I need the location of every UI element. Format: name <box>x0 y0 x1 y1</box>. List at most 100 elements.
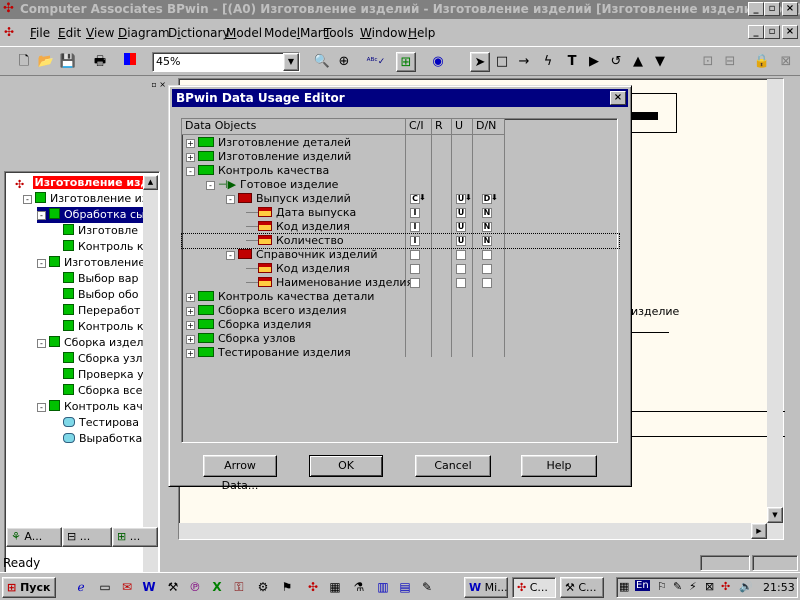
vscroll-down-button[interactable]: ▼ <box>767 507 783 523</box>
start-button[interactable]: ⊞ Пуск <box>2 577 56 598</box>
menu-dictionary[interactable]: Dictionary <box>168 26 230 40</box>
doc-icon[interactable]: ✣ <box>4 25 18 39</box>
usage-checkbox-ci[interactable]: I <box>410 208 420 218</box>
tree-item[interactable]: - Обработка сы <box>37 207 145 223</box>
tree-item[interactable]: Выработка <box>63 431 142 447</box>
app-icon-6[interactable]: ▥ <box>374 578 392 596</box>
usage-checkbox-ci[interactable]: I <box>410 236 420 246</box>
task-bpwin[interactable]: ✣ C... <box>512 577 556 598</box>
usage-checkbox-u[interactable]: U ⬇ <box>456 194 472 204</box>
tray-icon-4[interactable]: ⚡ <box>689 580 697 593</box>
data-usage-row[interactable]: Количество I U N <box>181 233 620 249</box>
menu-help[interactable]: Help <box>408 26 435 40</box>
usage-checkbox-ci[interactable] <box>410 250 420 260</box>
expander-icon[interactable]: + <box>186 293 195 302</box>
text-tool-icon[interactable]: T <box>562 52 582 72</box>
usage-checkbox-dn[interactable]: N <box>482 236 492 246</box>
minimize-button[interactable]: _ <box>748 2 764 16</box>
tab-objects[interactable]: ⊞ ... <box>112 527 158 547</box>
new-file-icon[interactable]: 🗋 <box>14 52 34 72</box>
zoom-select[interactable]: 45% ▼ <box>152 52 300 72</box>
modelmart2-icon[interactable]: ⊟ <box>720 52 740 72</box>
usage-checkbox-u[interactable]: U <box>456 236 466 246</box>
col-header-ci[interactable]: C/I <box>406 119 432 135</box>
usage-checkbox-dn[interactable] <box>482 250 492 260</box>
zoom-in-icon[interactable]: 🔍 <box>312 52 332 72</box>
expander-icon[interactable]: - <box>226 251 235 260</box>
tray-icon-2[interactable]: ⚐ <box>657 580 667 593</box>
pointer-icon[interactable]: ➤ <box>470 52 490 72</box>
app-icon-8[interactable]: ✎ <box>418 578 436 596</box>
usage-checkbox-ci[interactable] <box>410 278 420 288</box>
menu-tools[interactable]: Tools <box>324 26 354 40</box>
data-usage-row[interactable]: Код изделия I U N <box>182 220 619 234</box>
up-icon[interactable]: ▲ <box>628 52 648 72</box>
tree-item[interactable]: Контроль к <box>63 239 144 255</box>
usage-checkbox-dn[interactable]: D ⬇ <box>482 194 498 204</box>
data-usage-row[interactable]: + Сборка всего изделия <box>182 304 619 318</box>
expander-icon[interactable]: + <box>186 153 195 162</box>
expander-icon[interactable]: + <box>186 349 195 358</box>
data-usage-row[interactable]: + Изготовление деталей <box>182 136 619 150</box>
tree-expander-icon[interactable]: - <box>37 403 46 412</box>
desktop-icon[interactable]: ▭ <box>96 578 114 596</box>
spell-check-icon[interactable]: ᴬᴮᶜ✓ <box>366 52 386 72</box>
col-header-objects[interactable]: Data Objects <box>182 119 406 135</box>
tree-item[interactable]: Переработ <box>63 303 140 319</box>
access-icon[interactable]: ⚿ <box>230 578 248 596</box>
unlock-icon[interactable]: ⊠ <box>776 52 796 72</box>
dialog-close-button[interactable]: × <box>610 91 626 105</box>
tree-item[interactable]: Проверка у <box>63 367 144 383</box>
data-usage-row[interactable]: - Выпуск изделий C ⬇ U ⬇ D ⬇ <box>182 192 619 206</box>
col-header-u[interactable]: U <box>452 119 473 135</box>
arrow-tool-icon[interactable]: → <box>514 52 534 72</box>
open-folder-icon[interactable]: 📂 <box>36 52 56 72</box>
model-explorer-icon[interactable]: ⊞ <box>396 52 416 72</box>
data-usage-row[interactable]: - Справочник изделий <box>182 248 619 262</box>
bpwin-icon[interactable]: ✣ <box>304 578 322 596</box>
tree-item[interactable]: Изготовле <box>63 223 138 239</box>
app-icon-2[interactable]: ⚙ <box>254 578 272 596</box>
panel-close-button[interactable]: ▫ × <box>144 80 166 90</box>
tree-item[interactable]: - Изготовление <box>37 255 145 271</box>
tray-icon-1[interactable]: ▦ <box>619 580 629 593</box>
col-header-r[interactable]: R <box>432 119 452 135</box>
modelmart-icon[interactable]: ⊡ <box>698 52 718 72</box>
app-icon-4[interactable]: ▦ <box>326 578 344 596</box>
canvas-hscrollbar[interactable]: ▶ <box>179 523 767 539</box>
usage-checkbox-dn[interactable]: N <box>482 222 492 232</box>
dropdown-arrow-icon[interactable]: ⬇ <box>419 194 426 202</box>
menu-model[interactable]: Model <box>226 26 262 40</box>
usage-checkbox-u[interactable]: U <box>456 222 466 232</box>
tray-icon-6[interactable]: ✣ <box>721 580 730 593</box>
tree-item[interactable]: Сборка узл <box>63 351 142 367</box>
app-icon-7[interactable]: ▤ <box>396 578 414 596</box>
usage-checkbox-ci[interactable]: I <box>410 222 420 232</box>
tree-expander-icon[interactable]: - <box>37 259 46 268</box>
chevron-down-icon[interactable]: ▼ <box>283 53 299 71</box>
zoom-fit-icon[interactable]: ⊕ <box>334 52 354 72</box>
data-usage-row[interactable]: + Сборка узлов <box>182 332 619 346</box>
outlook-icon[interactable]: ✉ <box>118 578 136 596</box>
ok-button[interactable]: OK <box>309 455 383 477</box>
menu-edit[interactable]: Edit <box>58 26 81 40</box>
expander-icon[interactable]: + <box>186 307 195 316</box>
app-icon-1[interactable]: ⚒ <box>164 578 182 596</box>
tree-item[interactable]: Сборка все <box>63 383 142 399</box>
tree-item[interactable]: - Сборка издел <box>37 335 143 351</box>
tree-item[interactable]: Тестирова <box>63 415 139 431</box>
tab-activities[interactable]: ⚘ A... <box>6 527 62 547</box>
rectangle-tool-icon[interactable]: □ <box>492 52 512 72</box>
tree-expander-icon[interactable]: - <box>37 339 46 348</box>
usage-checkbox-u[interactable] <box>456 250 466 260</box>
tray-icon-3[interactable]: ✎ <box>673 580 682 593</box>
tree-item[interactable]: Контроль к <box>63 319 144 335</box>
excel-icon[interactable]: X <box>208 578 226 596</box>
close-button[interactable]: × <box>782 2 798 16</box>
hscroll-right-button[interactable]: ▶ <box>751 523 767 539</box>
scroll-up-button[interactable]: ▲ <box>143 175 158 190</box>
data-usage-row[interactable]: + Сборка изделия <box>182 318 619 332</box>
play-icon[interactable]: ▶ <box>584 52 604 72</box>
task-other[interactable]: ⚒ C... <box>560 577 604 598</box>
data-usage-row[interactable]: + Тестирование изделия <box>182 346 619 360</box>
